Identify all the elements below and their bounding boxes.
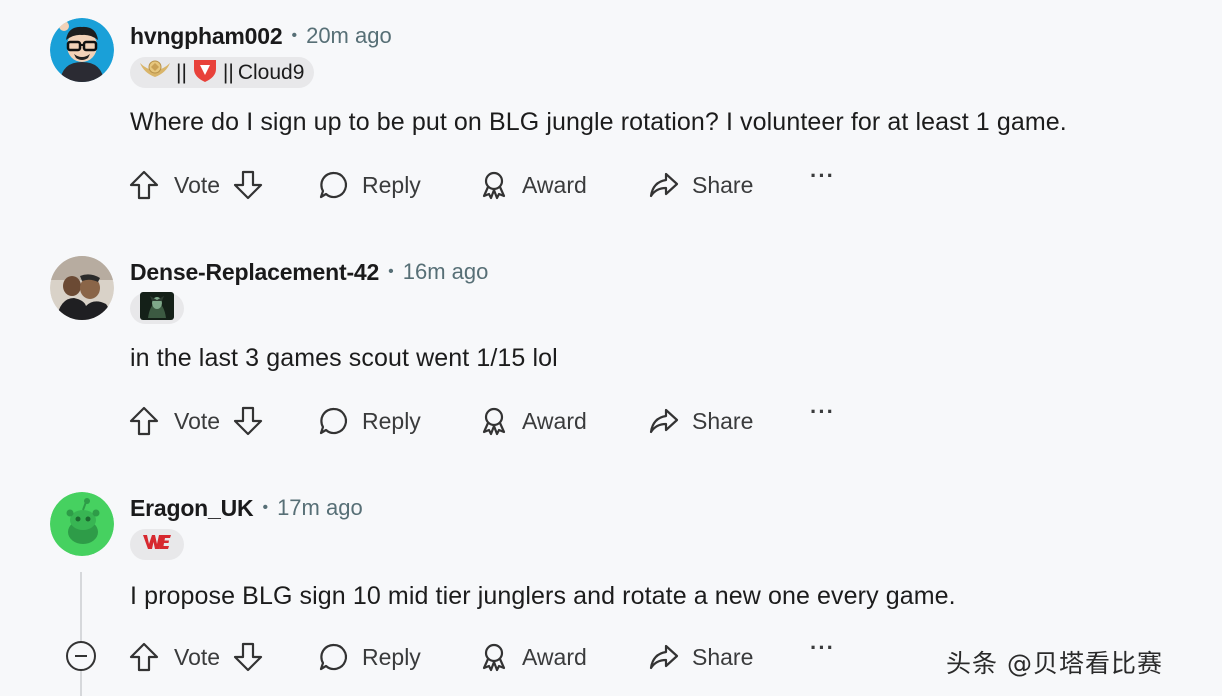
vote-score: Vote: [174, 643, 221, 670]
award-icon: [478, 641, 510, 673]
thread-line[interactable]: [80, 572, 82, 696]
award-label: Award: [522, 171, 587, 198]
vote-control: Vote: [128, 641, 264, 673]
action-bar: Vote Reply Award Share ···: [128, 399, 834, 441]
comment-body: in the last 3 games scout went 1/15 lol: [130, 344, 558, 372]
share-button[interactable]: Share: [648, 405, 753, 437]
reply-label: Reply: [362, 171, 421, 198]
more-options-button[interactable]: ···: [810, 399, 835, 425]
award-button[interactable]: Award: [478, 405, 587, 437]
flair-text: Cloud9: [237, 60, 305, 84]
share-icon: [648, 169, 680, 201]
award-icon: [478, 169, 510, 201]
action-bar: Vote Reply Award Share ···: [128, 163, 834, 205]
we-team-logo-icon: [142, 531, 172, 559]
share-label: Share: [692, 171, 754, 198]
comment-body: Where do I sign up to be put on BLG jung…: [130, 108, 1067, 136]
upvote-icon[interactable]: [128, 641, 160, 673]
share-label: Share: [692, 407, 754, 434]
vote-score: Vote: [174, 171, 221, 198]
avatar[interactable]: [50, 18, 114, 82]
downvote-icon[interactable]: [232, 641, 264, 673]
reply-label: Reply: [362, 643, 421, 670]
award-label: Award: [522, 407, 587, 434]
upvote-icon[interactable]: [128, 169, 160, 201]
comment-meta: Eragon_UK • 17m ago: [130, 490, 363, 526]
more-options-button[interactable]: ···: [810, 163, 835, 189]
username[interactable]: Dense-Replacement-42: [130, 259, 379, 286]
username[interactable]: hvngpham002: [130, 23, 283, 50]
user-flair: || || Cloud9: [130, 57, 315, 89]
champion-portrait-icon: [140, 291, 174, 326]
award-label: Award: [522, 643, 587, 670]
reply-button[interactable]: Reply: [318, 169, 421, 201]
team-logo-icon: [191, 57, 219, 89]
user-flair: [130, 291, 184, 326]
user-flair: [130, 529, 184, 560]
worlds-trophy-icon: [138, 59, 172, 87]
comment-bubble-icon: [318, 169, 350, 201]
reply-label: Reply: [362, 407, 421, 434]
vote-control: Vote: [128, 405, 264, 437]
timestamp[interactable]: 16m ago: [403, 259, 489, 285]
downvote-icon[interactable]: [232, 169, 264, 201]
share-label: Share: [692, 643, 754, 670]
vote-control: Vote: [128, 169, 264, 201]
timestamp[interactable]: 17m ago: [277, 495, 363, 521]
award-button[interactable]: Award: [478, 641, 587, 673]
comment-meta: Dense-Replacement-42 • 16m ago: [130, 254, 488, 290]
collapse-thread-button[interactable]: [66, 641, 96, 671]
flair-separator: ||: [176, 60, 187, 84]
more-options-button[interactable]: ···: [810, 635, 835, 661]
flair-separator: ||: [222, 60, 234, 84]
downvote-icon[interactable]: [232, 405, 264, 437]
separator-dot: •: [388, 263, 394, 280]
award-icon: [478, 405, 510, 437]
reply-button[interactable]: Reply: [318, 405, 421, 437]
separator-dot: •: [262, 499, 269, 516]
action-bar: Vote Reply Award Share ···: [128, 635, 834, 677]
separator-dot: •: [291, 27, 298, 44]
vote-score: Vote: [174, 407, 221, 434]
upvote-icon[interactable]: [128, 405, 160, 437]
comment-meta: hvngpham002 • 20m ago: [130, 18, 392, 54]
share-button[interactable]: Share: [648, 169, 753, 201]
watermark: 头条 @贝塔看比赛: [946, 649, 1163, 678]
comment-bubble-icon: [318, 641, 350, 673]
share-button[interactable]: Share: [648, 641, 753, 673]
avatar[interactable]: [50, 256, 114, 320]
share-icon: [648, 405, 680, 437]
comment-body: I propose BLG sign 10 mid tier junglers …: [130, 582, 956, 610]
award-button[interactable]: Award: [478, 169, 587, 201]
reply-button[interactable]: Reply: [318, 641, 421, 673]
comment-bubble-icon: [318, 405, 350, 437]
username[interactable]: Eragon_UK: [130, 495, 254, 522]
share-icon: [648, 641, 680, 673]
timestamp[interactable]: 20m ago: [306, 23, 392, 49]
avatar[interactable]: [50, 492, 114, 556]
